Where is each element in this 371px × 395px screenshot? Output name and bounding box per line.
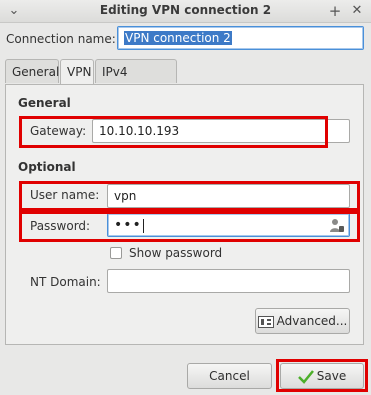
gateway-label: Gateway: (30, 124, 87, 138)
connection-name-label: Connection name: (6, 32, 116, 46)
tab-ipv4-settings[interactable]: IPv4 Settings (95, 59, 177, 103)
settings-panel-icon (257, 315, 274, 328)
user-key-icon[interactable] (329, 217, 345, 233)
password-input[interactable]: ••• (107, 213, 350, 237)
window-title: Editing VPN connection 2 (99, 3, 272, 17)
general-heading: General (18, 96, 71, 110)
save-button[interactable]: Save (280, 363, 364, 389)
nt-domain-label: NT Domain: (30, 275, 101, 289)
advanced-button[interactable]: Advanced... (255, 308, 350, 334)
nt-domain-input[interactable] (107, 269, 350, 293)
username-label: User name: (30, 188, 100, 202)
advanced-label: Advanced... (276, 314, 348, 328)
tab-vpn[interactable]: VPN (60, 59, 94, 85)
cancel-label: Cancel (209, 369, 250, 383)
checkmark-icon (297, 369, 314, 384)
username-input[interactable]: vpn (107, 184, 350, 208)
password-value: ••• (114, 217, 142, 233)
gateway-input[interactable]: 10.10.10.193 (92, 119, 350, 143)
cancel-button[interactable]: Cancel (187, 363, 272, 389)
text-caret (142, 218, 144, 233)
show-password-label[interactable]: Show password (129, 246, 222, 260)
title-bar: ⌄ Editing VPN connection 2 + ✕ (0, 0, 371, 23)
save-label: Save (316, 369, 347, 383)
gateway-value: 10.10.10.193 (99, 124, 180, 138)
connection-name-value: VPN connection 2 (124, 31, 232, 45)
username-value: vpn (114, 189, 137, 203)
tab-general[interactable]: General (5, 59, 59, 83)
maximize-icon[interactable]: + (326, 2, 344, 20)
optional-heading: Optional (18, 160, 76, 174)
close-icon[interactable]: ✕ (348, 2, 366, 20)
show-password-checkbox[interactable] (110, 247, 122, 259)
password-label: Password: (30, 219, 91, 233)
connection-name-input[interactable]: VPN connection 2 (117, 26, 364, 50)
